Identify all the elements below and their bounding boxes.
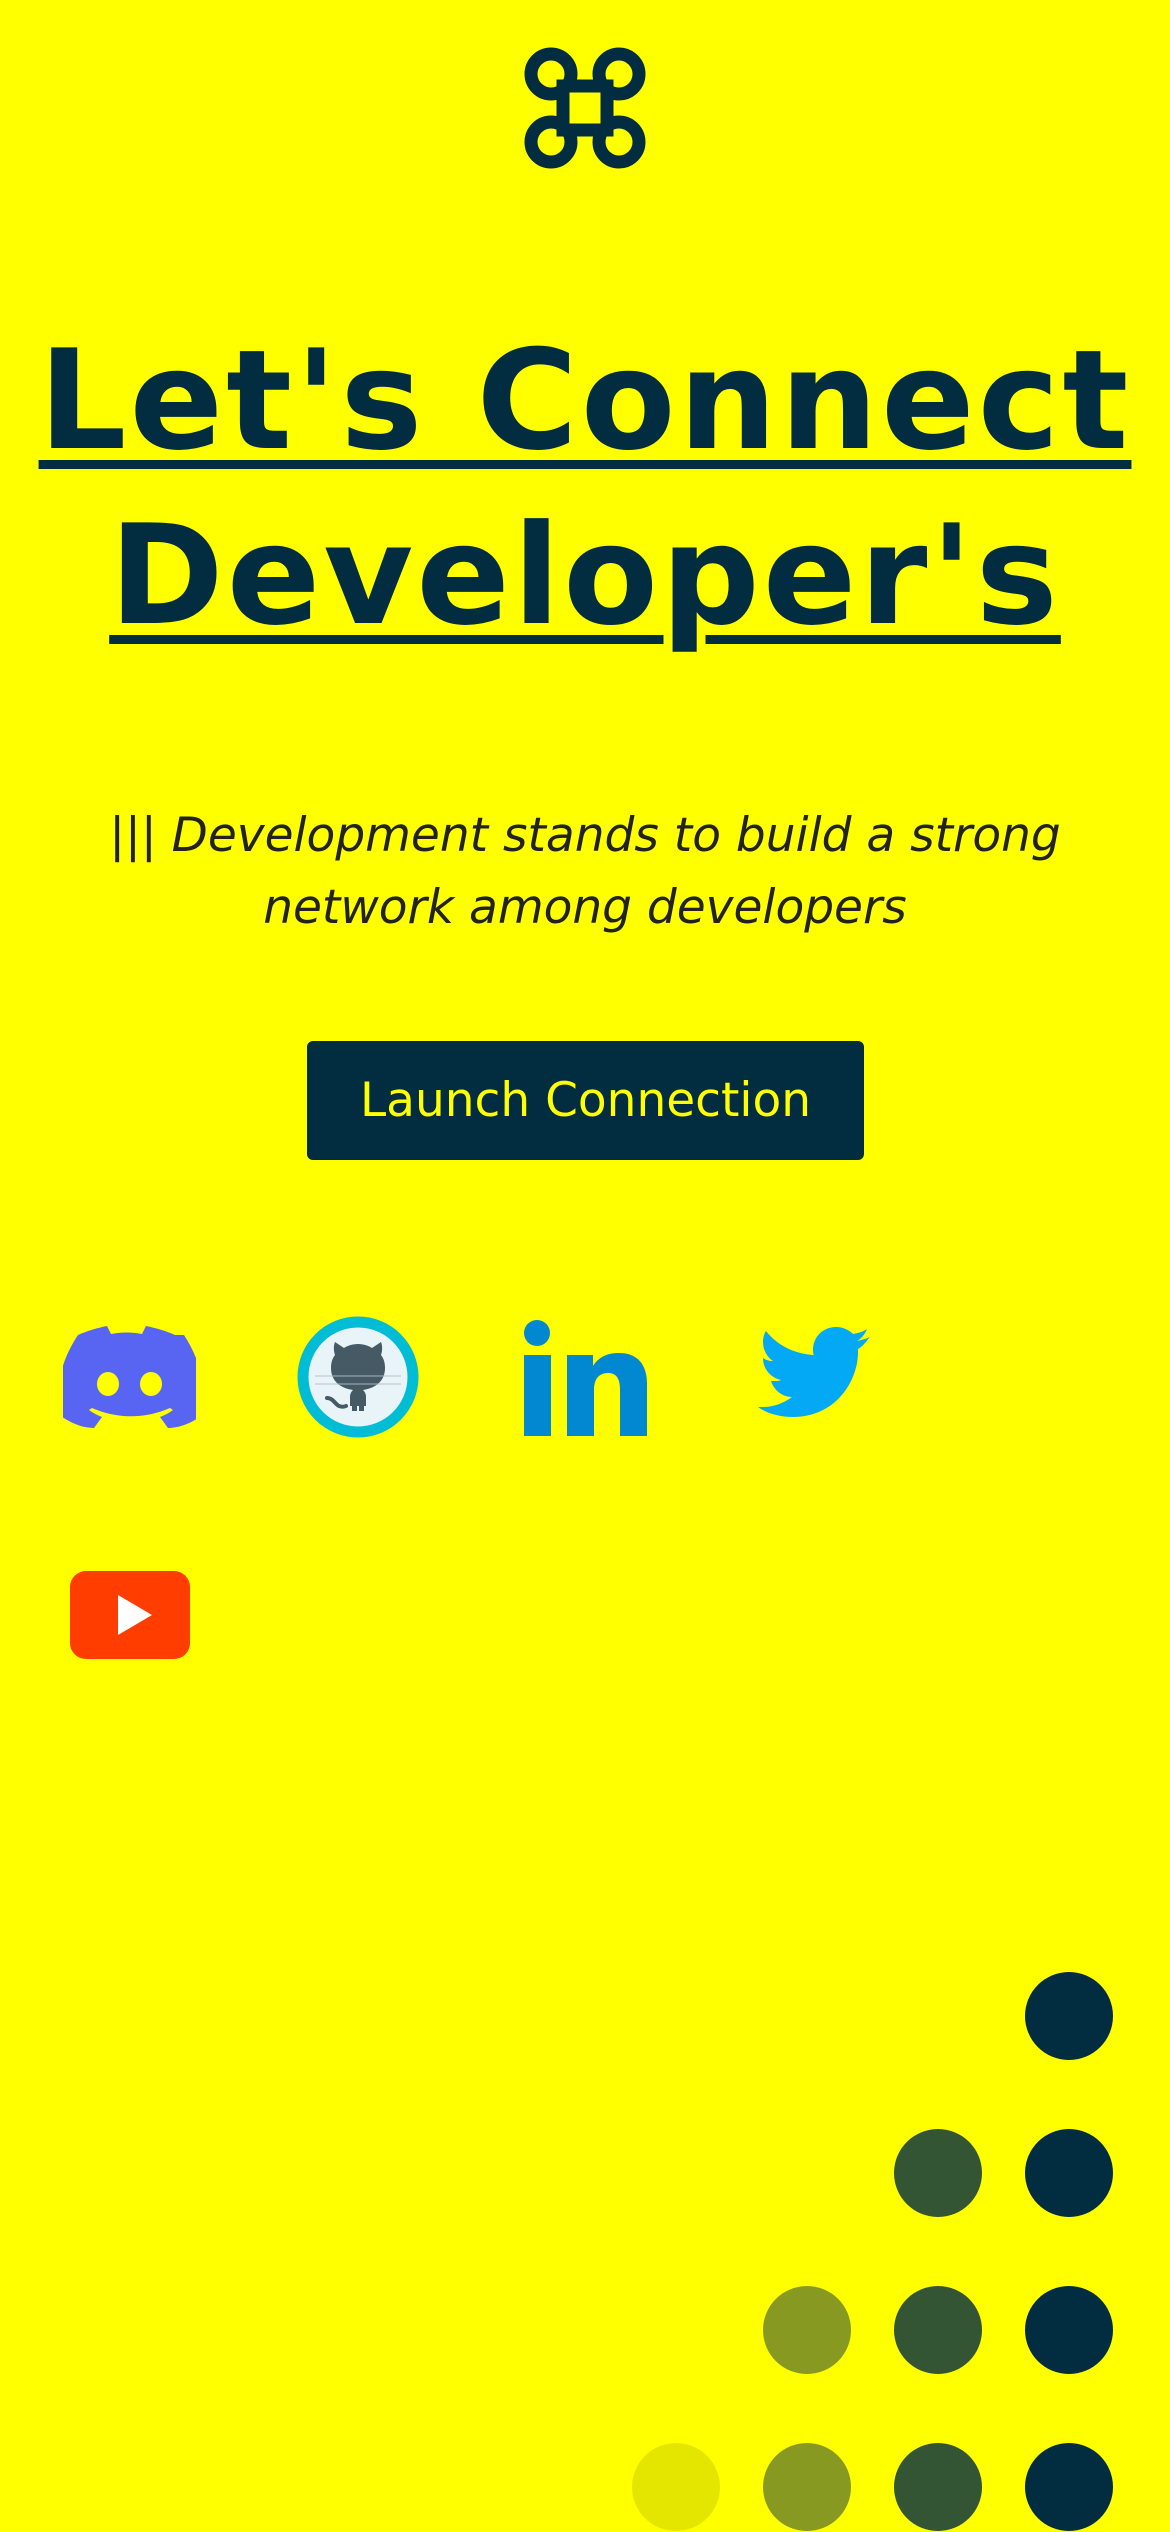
linkedin-icon[interactable] (523, 1320, 647, 1438)
decorative-dot (894, 2286, 982, 2374)
decorative-dot (894, 2443, 982, 2531)
decorative-dot (763, 2286, 851, 2374)
decorative-dot (1025, 1972, 1113, 2060)
launch-connection-button[interactable]: Launch Connection (307, 1041, 864, 1160)
twitter-icon[interactable] (758, 1326, 870, 1422)
discord-icon[interactable] (63, 1326, 196, 1428)
logo-command-icon (523, 46, 647, 170)
page-title-line-2[interactable]: Developer's (0, 507, 1170, 645)
decorative-dot (632, 2443, 720, 2531)
decorative-dot (763, 2443, 851, 2531)
decorative-dot (1025, 2286, 1113, 2374)
decorative-dot (894, 2129, 982, 2217)
hero-subtitle: ||| Development stands to build a strong… (109, 808, 1061, 935)
decorative-dot (1025, 2443, 1113, 2531)
decorative-dot (1025, 2129, 1113, 2217)
page-title-line-1[interactable]: Let's Connect (0, 332, 1170, 470)
github-icon[interactable] (297, 1316, 419, 1438)
youtube-icon[interactable] (70, 1571, 190, 1659)
